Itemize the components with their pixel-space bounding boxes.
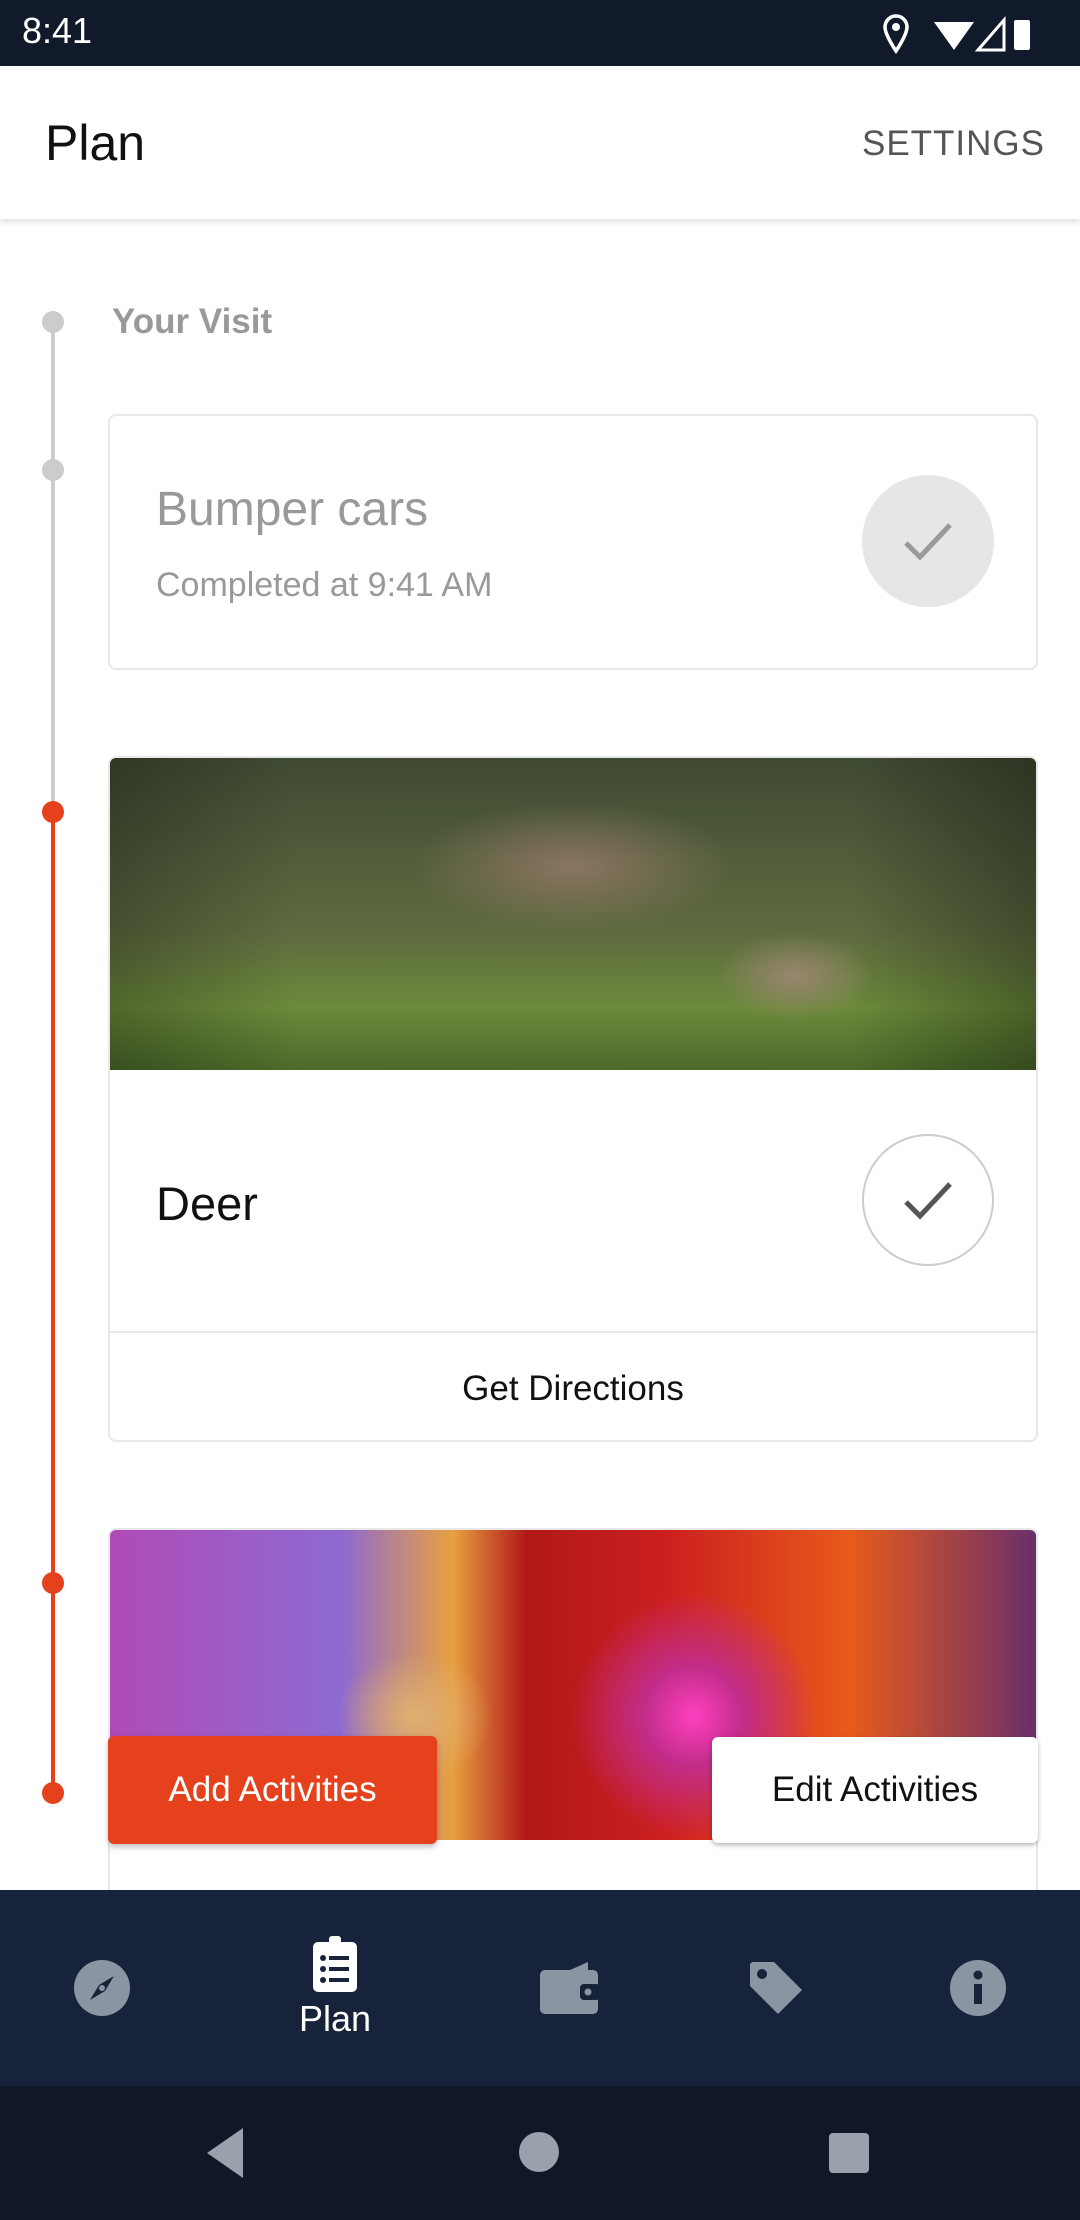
timeline-dot <box>42 1782 64 1804</box>
deer-image <box>110 758 1036 1070</box>
nav-offers[interactable] <box>696 1890 856 2086</box>
activity-card-completed[interactable]: Bumper cars Completed at 9:41 AM <box>108 414 1038 670</box>
status-bar: 8:41 <box>0 0 1080 66</box>
status-time: 8:41 <box>22 10 93 51</box>
activity-card[interactable] <box>108 1528 1038 1928</box>
bottom-navigation: Plan <box>0 1890 1080 2086</box>
timeline-line-past <box>51 322 55 812</box>
nav-plan[interactable]: Plan <box>255 1890 415 2086</box>
page-title: Plan <box>45 115 146 171</box>
nav-explore[interactable] <box>22 1890 182 2086</box>
status-icons <box>883 14 1030 54</box>
signal-icon <box>974 15 1006 52</box>
tag-icon <box>750 1962 802 2014</box>
check-icon <box>904 523 952 561</box>
activity-title: Deer <box>156 1177 258 1230</box>
wallet-icon <box>540 1962 600 2014</box>
system-navigation-bar <box>0 2086 1080 2220</box>
edit-activities-button[interactable]: Edit Activities <box>712 1737 1038 1843</box>
section-heading: Your Visit <box>112 302 273 341</box>
settings-button[interactable]: SETTINGS <box>862 124 1045 164</box>
add-activities-button[interactable]: Add Activities <box>108 1736 437 1844</box>
timeline-dot <box>42 459 64 481</box>
timeline-dot <box>42 311 64 333</box>
compass-icon <box>74 1960 130 2016</box>
back-icon[interactable] <box>205 2126 245 2180</box>
location-icon <box>883 14 909 54</box>
nav-wallet[interactable] <box>490 1890 650 2086</box>
nav-label: Plan <box>298 1998 372 2039</box>
timeline-dot <box>42 801 64 823</box>
activity-card[interactable]: Deer Get Directions <box>108 756 1038 1442</box>
battery-icon <box>1014 20 1030 50</box>
timeline-line-active <box>51 812 55 1794</box>
completed-check-button[interactable] <box>862 475 994 607</box>
recents-icon[interactable] <box>828 2132 870 2174</box>
wifi-icon <box>934 22 974 50</box>
activity-title: Bumper cars <box>156 483 429 536</box>
app-bar: Plan SETTINGS <box>0 66 1080 219</box>
home-icon[interactable] <box>518 2131 560 2173</box>
activity-subtitle: Completed at 9:41 AM <box>156 566 493 604</box>
complete-check-button[interactable] <box>862 1134 994 1266</box>
get-directions-button[interactable]: Get Directions <box>110 1333 1036 1440</box>
clipboard-list-icon <box>313 1936 357 1992</box>
nav-info[interactable] <box>898 1890 1058 2086</box>
check-icon <box>904 1182 952 1220</box>
info-icon <box>950 1960 1006 2016</box>
timeline-dot <box>42 1572 64 1594</box>
